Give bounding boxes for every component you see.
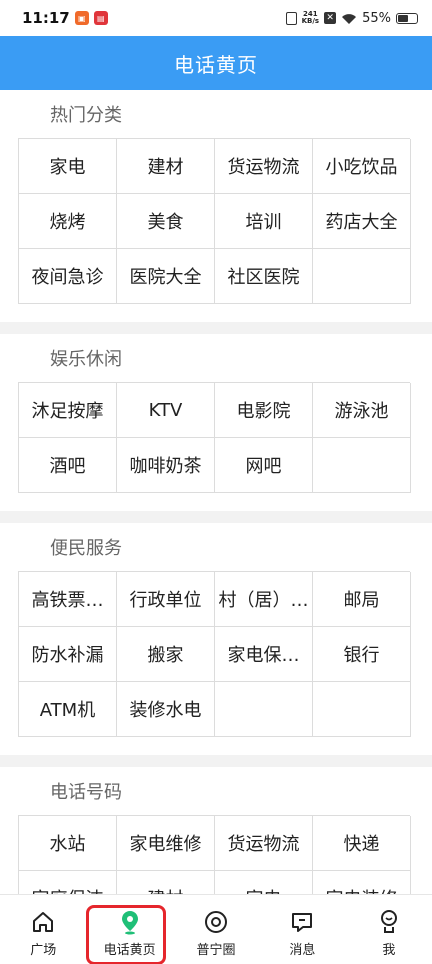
home-icon (30, 909, 56, 935)
category-grid: 家电 建材 货运物流 小吃饮品烧烤 美食 培训 药店大全夜间急诊 医院大全 社区医院 (18, 138, 411, 304)
category-cell[interactable]: 防水补漏 (19, 627, 117, 682)
header: 电话黄页 (0, 36, 432, 90)
empty-cell (313, 249, 411, 304)
category-cell[interactable]: 游泳池 (313, 383, 411, 438)
category-cell[interactable]: 行政单位 (117, 572, 215, 627)
nav-square[interactable]: 广场 (0, 895, 86, 964)
nav-puning-circle[interactable]: 普宁圈 (173, 895, 259, 964)
location-pin-icon (117, 909, 143, 935)
section-title: 便民服务 (50, 538, 122, 559)
nav-messages[interactable]: 消息 (259, 895, 345, 964)
section-hot: 热门分类 家电 建材 货运物流 小吃饮品烧烤 美食 培训 药店大全夜间急诊 医院大全 社区医院 (0, 90, 432, 322)
section-services: 便民服务 高铁票… 行政单位 村（居）… 邮局防水补漏 搬家 家电保… 银行 ATM机 装修水电 (0, 523, 432, 755)
category-cell[interactable]: 培训 (215, 194, 313, 249)
status-right: 241 KB/s ✕ 55% (285, 10, 418, 26)
vibrate-icon (285, 11, 297, 25)
notification-app-icon: ▣ (74, 11, 89, 25)
section-title: 电话号码 (50, 782, 122, 803)
section-entertainment: 娱乐休闲 沐足按摩 KTV 电影院 游泳池酒吧 咖啡奶茶 网吧 (0, 334, 432, 511)
empty-cell (313, 682, 411, 737)
status-time: 11:17 (22, 9, 70, 27)
category-cell[interactable]: 家电维修 (117, 816, 215, 871)
category-cell[interactable]: 家电 (19, 139, 117, 194)
category-cell[interactable]: 网吧 (215, 438, 313, 493)
bottom-nav: 广场 电话黄页 普宁圈 消息 我 (0, 894, 432, 964)
page-title: 电话黄页 (174, 52, 258, 77)
category-cell[interactable]: 美食 (117, 194, 215, 249)
nav-label: 广场 (30, 943, 57, 958)
category-cell[interactable]: 医院大全 (117, 249, 215, 304)
nav-label: 普宁圈 (196, 943, 236, 958)
no-sim-icon: ✕ (324, 12, 337, 24)
category-cell[interactable]: 邮局 (313, 572, 411, 627)
nav-label: 电话黄页 (103, 943, 156, 958)
category-cell[interactable]: 搬家 (117, 627, 215, 682)
category-cell[interactable]: 家庭保洁 (19, 871, 117, 894)
net-speed: 241 KB/s (302, 11, 319, 25)
section-phone-numbers: 电话号码 水站家电维修货运物流快递家庭保洁建材家电家电装修 (0, 767, 432, 894)
category-cell[interactable]: 小吃饮品 (313, 139, 411, 194)
category-cell[interactable]: 家电 (215, 871, 313, 894)
category-cell[interactable]: 夜间急诊 (19, 249, 117, 304)
circle-target-icon (203, 909, 229, 935)
section-title: 热门分类 (50, 105, 122, 126)
category-cell[interactable]: 银行 (313, 627, 411, 682)
nav-yellow-pages[interactable]: 电话黄页 (86, 895, 172, 964)
nav-label: 我 (382, 943, 396, 958)
category-cell[interactable]: 水站 (19, 816, 117, 871)
category-cell[interactable]: 村（居）… (215, 572, 313, 627)
category-cell[interactable]: 酒吧 (19, 438, 117, 493)
nav-me[interactable]: 我 (346, 895, 432, 964)
category-cell[interactable]: 建材 (117, 139, 215, 194)
category-grid: 水站家电维修货运物流快递家庭保洁建材家电家电装修 (18, 815, 411, 894)
category-cell[interactable]: 咖啡奶茶 (117, 438, 215, 493)
category-cell[interactable]: 药店大全 (313, 194, 411, 249)
category-cell[interactable]: 社区医院 (215, 249, 313, 304)
net-speed-unit: KB/s (301, 17, 320, 25)
empty-cell (313, 438, 411, 493)
category-cell[interactable]: 高铁票… (19, 572, 117, 627)
category-cell[interactable]: 装修水电 (117, 682, 215, 737)
category-cell[interactable]: 电影院 (215, 383, 313, 438)
category-cell[interactable]: 货运物流 (215, 139, 313, 194)
category-cell[interactable]: 沐足按摩 (19, 383, 117, 438)
wifi-icon (342, 13, 357, 24)
category-cell[interactable]: 家电装修 (313, 871, 411, 894)
battery-text: 55% (362, 10, 391, 26)
empty-cell (215, 682, 313, 737)
category-cell[interactable]: KTV (117, 383, 215, 438)
category-cell[interactable]: 家电保… (215, 627, 313, 682)
category-grid: 高铁票… 行政单位 村（居）… 邮局防水补漏 搬家 家电保… 银行 ATM机 装修水电 (18, 571, 411, 737)
section-title: 娱乐休闲 (50, 349, 122, 370)
nav-label: 消息 (289, 943, 316, 958)
battery-icon (396, 12, 418, 24)
category-cell[interactable]: 货运物流 (215, 816, 313, 871)
message-icon (289, 909, 315, 935)
category-cell[interactable]: 烧烤 (19, 194, 117, 249)
category-cell[interactable]: 建材 (117, 871, 215, 894)
category-cell[interactable]: 快递 (313, 816, 411, 871)
category-grid: 沐足按摩 KTV 电影院 游泳池酒吧 咖啡奶茶 网吧 (18, 382, 411, 493)
notification-news-icon: ▤ (93, 11, 108, 25)
category-cell[interactable]: ATM机 (19, 682, 117, 737)
category-list[interactable]: 热门分类 家电 建材 货运物流 小吃饮品 烧烤 美食 培训 药店大全 夜间急诊 医院大全 社区医院 … (0, 90, 432, 894)
status-bar: 11:17 ▣ ▤ 241 KB/s ✕ 55% (0, 0, 432, 36)
user-icon (376, 909, 402, 935)
